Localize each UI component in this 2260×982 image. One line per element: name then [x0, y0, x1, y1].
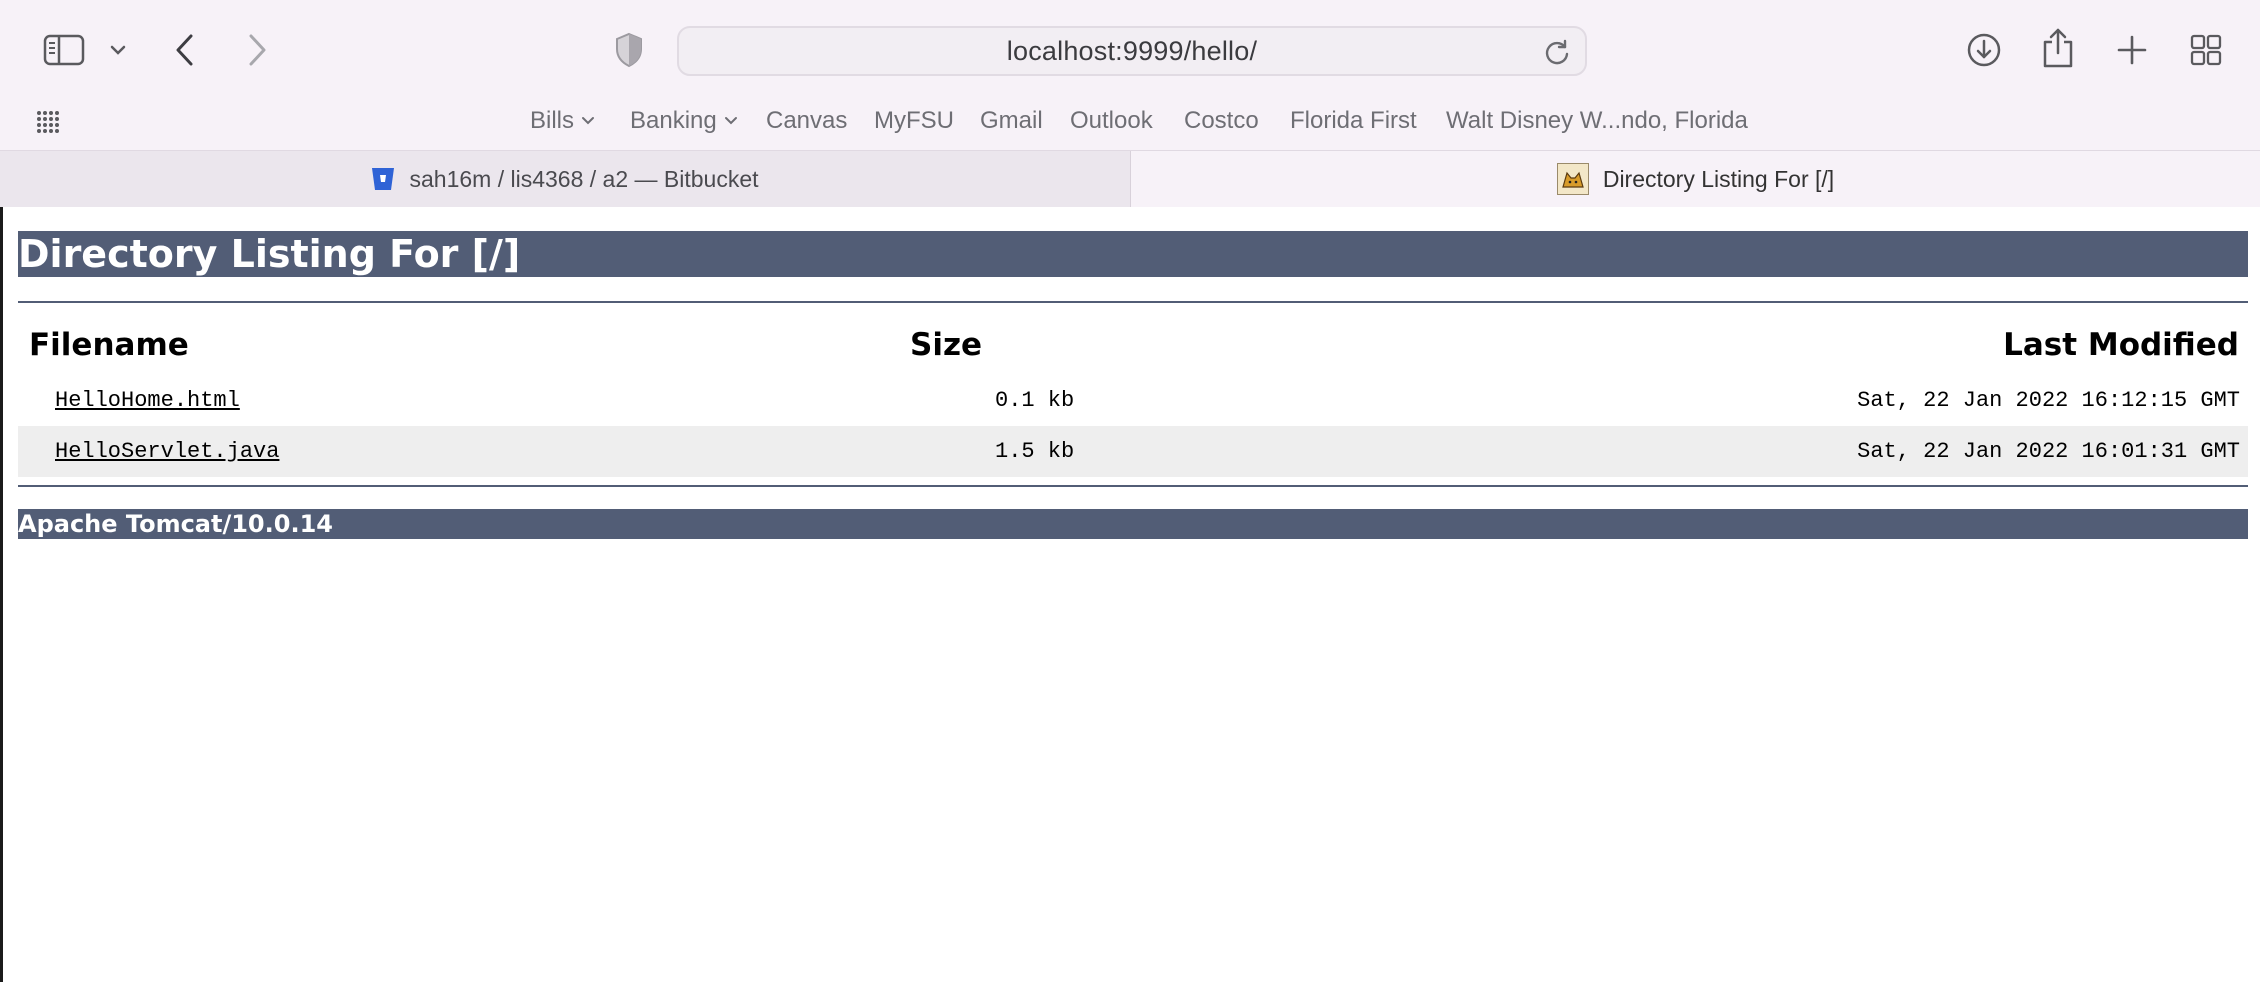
- tab-bar: sah16m / lis4368 / a2 — Bitbucket Direct…: [0, 150, 2260, 207]
- table-row: HelloHome.html 0.1 kb Sat, 22 Jan 2022 1…: [18, 375, 2248, 426]
- favorite-label: Banking: [630, 107, 717, 134]
- favorite-walt-disney[interactable]: Walt Disney W...ndo, Florida: [1446, 106, 1748, 136]
- tab-title: sah16m / lis4368 / a2 — Bitbucket: [409, 165, 759, 192]
- favorite-myfsu[interactable]: MyFSU: [874, 106, 954, 136]
- column-header-filename[interactable]: Filename: [29, 327, 189, 363]
- favorite-gmail[interactable]: Gmail: [980, 106, 1043, 136]
- divider: [18, 301, 2248, 303]
- favorite-banking[interactable]: Banking: [630, 106, 739, 136]
- file-modified: Sat, 22 Jan 2022 16:01:31 GMT: [1857, 439, 2240, 464]
- favorite-label: Walt Disney W...ndo, Florida: [1446, 107, 1748, 134]
- favorite-outlook[interactable]: Outlook: [1070, 106, 1153, 136]
- url-text: localhost:9999/hello/: [1006, 35, 1258, 66]
- chevron-left-icon[interactable]: [170, 30, 200, 70]
- bitbucket-icon: [372, 168, 395, 190]
- chevron-down-icon: [582, 117, 595, 125]
- file-size: 0.1 kb: [995, 388, 1075, 413]
- browser-chrome: localhost:9999/hello/ Bills Banking Canv…: [0, 0, 2260, 207]
- favorite-label: MyFSU: [874, 107, 954, 134]
- chevron-right-icon[interactable]: [242, 30, 272, 70]
- tomcat-icon: [1556, 163, 1589, 195]
- page-content: Directory Listing For [/] Filename Size …: [0, 207, 2260, 982]
- share-icon[interactable]: [2040, 26, 2076, 70]
- column-header-last-modified[interactable]: Last Modified: [2003, 327, 2239, 363]
- table-row: HelloServlet.java 1.5 kb Sat, 22 Jan 202…: [18, 426, 2248, 477]
- favorite-bills[interactable]: Bills: [530, 106, 596, 136]
- favorite-florida-first[interactable]: Florida First: [1290, 106, 1417, 136]
- tab-bitbucket[interactable]: sah16m / lis4368 / a2 — Bitbucket: [0, 151, 1131, 207]
- file-link[interactable]: HelloServlet.java: [55, 439, 279, 464]
- favorite-costco[interactable]: Costco: [1184, 106, 1259, 136]
- chevron-down-icon: [724, 117, 737, 125]
- favorite-label: Gmail: [980, 107, 1043, 134]
- address-bar[interactable]: localhost:9999/hello/: [677, 26, 1587, 76]
- favorite-canvas[interactable]: Canvas: [766, 106, 847, 136]
- favorite-label: Outlook: [1070, 107, 1153, 134]
- file-link[interactable]: HelloHome.html: [55, 388, 240, 413]
- chevron-down-icon[interactable]: [106, 40, 130, 60]
- favorite-label: Costco: [1184, 107, 1259, 134]
- favorite-label: Bills: [530, 107, 575, 134]
- apps-grid-icon[interactable]: [34, 108, 62, 136]
- shield-icon[interactable]: [612, 30, 646, 70]
- column-header-size[interactable]: Size: [910, 327, 982, 363]
- plus-icon[interactable]: [2114, 32, 2150, 68]
- favorite-label: Canvas: [766, 107, 848, 134]
- grid-icon[interactable]: [2188, 32, 2224, 68]
- browser-toolbar: localhost:9999/hello/: [0, 0, 2260, 100]
- divider: [18, 485, 2248, 487]
- tab-title: Directory Listing For [/]: [1602, 165, 1835, 192]
- file-size: 1.5 kb: [995, 439, 1075, 464]
- page-title: Directory Listing For [/]: [18, 231, 2248, 277]
- server-footer: Apache Tomcat/10.0.14: [18, 509, 2248, 539]
- favorite-label: Florida First: [1290, 107, 1417, 134]
- reload-icon[interactable]: [1543, 38, 1571, 66]
- file-modified: Sat, 22 Jan 2022 16:12:15 GMT: [1857, 388, 2240, 413]
- download-icon[interactable]: [1964, 30, 2004, 70]
- tab-directory-listing[interactable]: Directory Listing For [/]: [1131, 151, 2260, 207]
- sidebar-icon[interactable]: [42, 32, 86, 68]
